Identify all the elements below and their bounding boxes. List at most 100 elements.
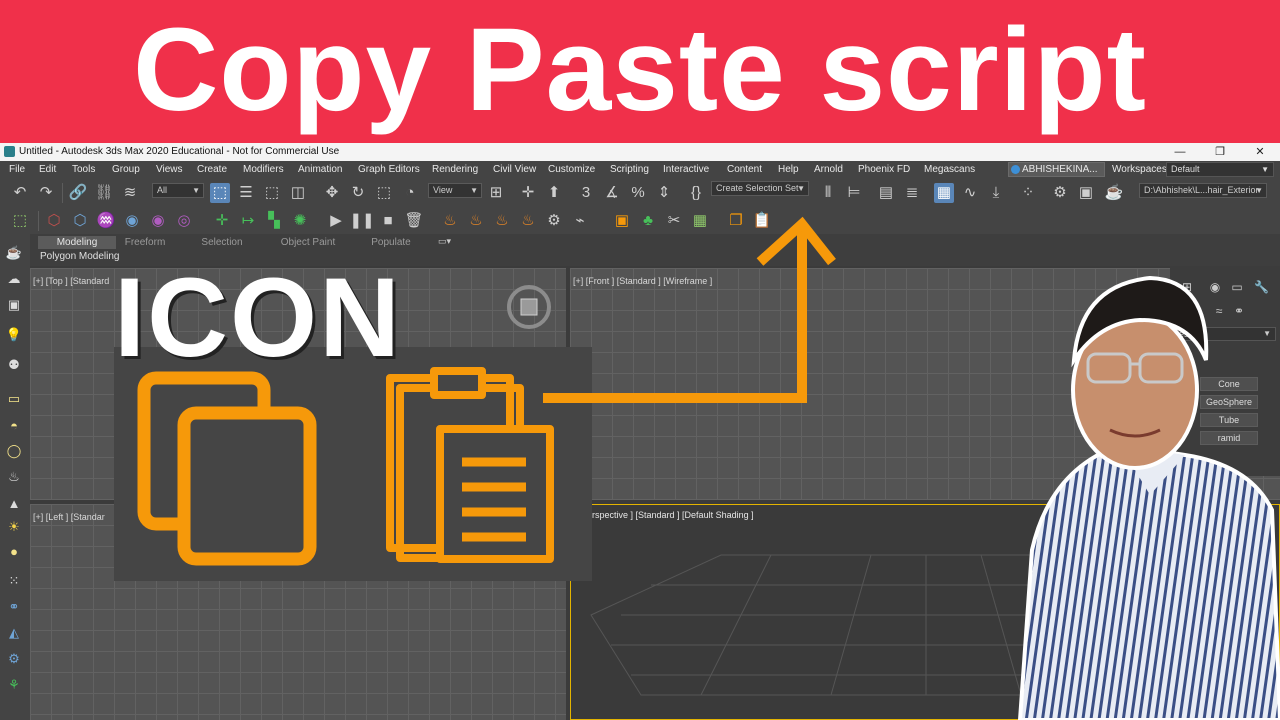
menu-customize[interactable]: Customize bbox=[548, 161, 595, 178]
teapot-icon[interactable]: ☕ bbox=[5, 244, 23, 262]
arrow-right-green-icon[interactable]: ↦ bbox=[238, 211, 258, 231]
scale-icon[interactable]: ⬚ bbox=[374, 183, 394, 203]
render-production-icon[interactable]: ☕ bbox=[1104, 183, 1124, 203]
material-editor-icon[interactable]: ⁘ bbox=[1018, 183, 1038, 203]
link-icon[interactable]: 🔗 bbox=[68, 183, 88, 203]
plane-icon[interactable]: ▭ bbox=[5, 390, 23, 408]
select-by-name-icon[interactable]: ☰ bbox=[236, 183, 256, 203]
shapes-icon[interactable]: ♒ bbox=[96, 211, 116, 231]
tab-object-paint[interactable]: Object Paint bbox=[276, 236, 340, 249]
play-icon[interactable]: ▶ bbox=[326, 211, 346, 231]
cloud-icon[interactable]: ☁ bbox=[5, 270, 23, 288]
rendered-frame-window-icon[interactable]: ▣ bbox=[1076, 183, 1096, 203]
pause-icon[interactable]: ❚❚ bbox=[349, 211, 374, 231]
tab-modeling[interactable]: Modeling bbox=[38, 236, 116, 249]
placement-icon[interactable]: ◔ bbox=[400, 183, 420, 203]
menu-rendering[interactable]: Rendering bbox=[432, 161, 478, 178]
create-selection-set-dropdown[interactable]: Create Selection Set ▼ bbox=[711, 181, 809, 196]
layer-explorer-icon[interactable]: ≣ bbox=[902, 183, 922, 203]
curve-editor-icon[interactable]: ∿ bbox=[960, 183, 980, 203]
render-setup-icon[interactable]: ⚙ bbox=[1050, 183, 1070, 203]
minimize-icon[interactable]: — bbox=[1160, 143, 1200, 161]
fire-icon-3[interactable]: ♨ bbox=[492, 211, 512, 231]
ribbon-options-icon[interactable]: ▭▾ bbox=[438, 236, 451, 247]
menu-group[interactable]: Group bbox=[112, 161, 140, 178]
sphere-blue-icon[interactable]: ◉ bbox=[122, 211, 142, 231]
select-object-icon[interactable]: ⬚ bbox=[210, 183, 230, 203]
viewport-left-label[interactable]: [+] [Left ] [Standar bbox=[33, 512, 105, 522]
select-manipulate-icon[interactable]: ✛ bbox=[518, 183, 538, 203]
mirror-icon[interactable]: ⫴ bbox=[818, 183, 838, 203]
scene-icon[interactable]: ⬚ bbox=[10, 211, 30, 231]
fire-icon-4[interactable]: ♨ bbox=[518, 211, 538, 231]
light-bulb-icon[interactable]: 💡 bbox=[5, 326, 23, 344]
align-icon[interactable]: ⊨ bbox=[844, 183, 864, 203]
menu-create[interactable]: Create bbox=[197, 161, 227, 178]
bind-space-warp-icon[interactable]: ≋ bbox=[120, 183, 140, 203]
pivot-center-icon[interactable]: ⊞ bbox=[486, 183, 506, 203]
toggle-scene-explorer-icon[interactable]: ▤ bbox=[876, 183, 896, 203]
gear-blue-icon[interactable]: ⚙ bbox=[5, 650, 23, 668]
snaps-toggle-icon[interactable]: 3 bbox=[576, 183, 596, 203]
spacewarp-purple-icon[interactable]: ◎ bbox=[174, 211, 194, 231]
toggle-ribbon-icon[interactable]: ▦ bbox=[934, 183, 954, 203]
cube-red-icon[interactable]: ⬡ bbox=[44, 211, 64, 231]
grass-icon[interactable]: ⚘ bbox=[5, 676, 23, 694]
edit-named-selection-icon[interactable]: {} bbox=[686, 183, 706, 203]
stop-icon[interactable]: ■ bbox=[378, 211, 398, 231]
menu-modifiers[interactable]: Modifiers bbox=[243, 161, 284, 178]
percent-snap-icon[interactable]: % bbox=[628, 183, 648, 203]
fire-icon-1[interactable]: ♨ bbox=[440, 211, 460, 231]
menu-interactive[interactable]: Interactive bbox=[663, 161, 709, 178]
ball-icon[interactable]: ● bbox=[5, 542, 23, 560]
keyboard-shortcut-override-icon[interactable]: ⬆ bbox=[544, 183, 564, 203]
burst-green-icon[interactable]: ✺ bbox=[290, 211, 310, 231]
menu-animation[interactable]: Animation bbox=[298, 161, 342, 178]
window-crossing-icon[interactable]: ◫ bbox=[288, 183, 308, 203]
image-icon[interactable]: ▣ bbox=[5, 296, 23, 314]
helper-purple-icon[interactable]: ◉ bbox=[148, 211, 168, 231]
cube-blue-icon[interactable]: ⬡ bbox=[70, 211, 90, 231]
menu-phoenix-fd[interactable]: Phoenix FD bbox=[858, 161, 910, 178]
pyramid-icon[interactable]: ◭ bbox=[5, 624, 23, 642]
dome-icon[interactable]: ◓ bbox=[5, 416, 23, 434]
move-green-icon[interactable]: ✛ bbox=[212, 211, 232, 231]
molecule-icon[interactable]: ⚭ bbox=[5, 598, 23, 616]
undo-icon[interactable]: ↶ bbox=[10, 183, 30, 203]
workspaces-select[interactable]: Default ▼ bbox=[1166, 162, 1274, 177]
maximize-icon[interactable]: ❐ bbox=[1200, 143, 1240, 161]
spinner-snap-icon[interactable]: ⇕ bbox=[654, 183, 674, 203]
menu-file[interactable]: File bbox=[9, 161, 25, 178]
menu-help[interactable]: Help bbox=[778, 161, 799, 178]
menu-edit[interactable]: Edit bbox=[39, 161, 56, 178]
teapot-small-icon[interactable]: ♨ bbox=[5, 468, 23, 486]
menu-civil-view[interactable]: Civil View bbox=[493, 161, 536, 178]
menu-scripting[interactable]: Scripting bbox=[610, 161, 649, 178]
menu-arnold[interactable]: Arnold bbox=[814, 161, 843, 178]
menu-views[interactable]: Views bbox=[156, 161, 183, 178]
cone-icon[interactable]: ▲ bbox=[5, 494, 23, 512]
tab-selection[interactable]: Selection bbox=[192, 236, 252, 249]
sun-icon[interactable]: ☀ bbox=[5, 518, 23, 536]
reference-coordinate-dropdown[interactable]: View ▼ bbox=[428, 183, 482, 198]
fire-icon-2[interactable]: ♨ bbox=[466, 211, 486, 231]
rectangular-selection-icon[interactable]: ⬚ bbox=[262, 183, 282, 203]
move-icon[interactable]: ✥ bbox=[322, 183, 342, 203]
grid-green-icon[interactable]: ▚ bbox=[264, 211, 284, 231]
menu-content[interactable]: Content bbox=[727, 161, 762, 178]
close-icon[interactable]: ✕ bbox=[1240, 143, 1280, 161]
user-account-button[interactable]: ABHISHEKINA... bbox=[1008, 162, 1105, 177]
menu-megascans[interactable]: Megascans bbox=[924, 161, 975, 178]
camera-icon[interactable]: ⚉ bbox=[5, 356, 23, 374]
delete-icon[interactable]: 🗑 bbox=[404, 211, 424, 231]
tab-populate[interactable]: Populate bbox=[364, 236, 418, 249]
unlink-icon[interactable]: ⛓ bbox=[94, 183, 114, 203]
project-folder-dropdown[interactable]: D:\Abhishek\L...hair_Exterior ▼ bbox=[1139, 183, 1267, 198]
redo-icon[interactable]: ↷ bbox=[36, 183, 56, 203]
rotate-icon[interactable]: ↻ bbox=[348, 183, 368, 203]
particles-icon[interactable]: ⁙ bbox=[5, 572, 23, 590]
viewport-top-label[interactable]: [+] [Top ] [Standard bbox=[33, 276, 109, 286]
menu-tools[interactable]: Tools bbox=[72, 161, 95, 178]
angle-snap-icon[interactable]: ∡ bbox=[602, 183, 622, 203]
sphere-icon[interactable]: ◯ bbox=[5, 442, 23, 460]
